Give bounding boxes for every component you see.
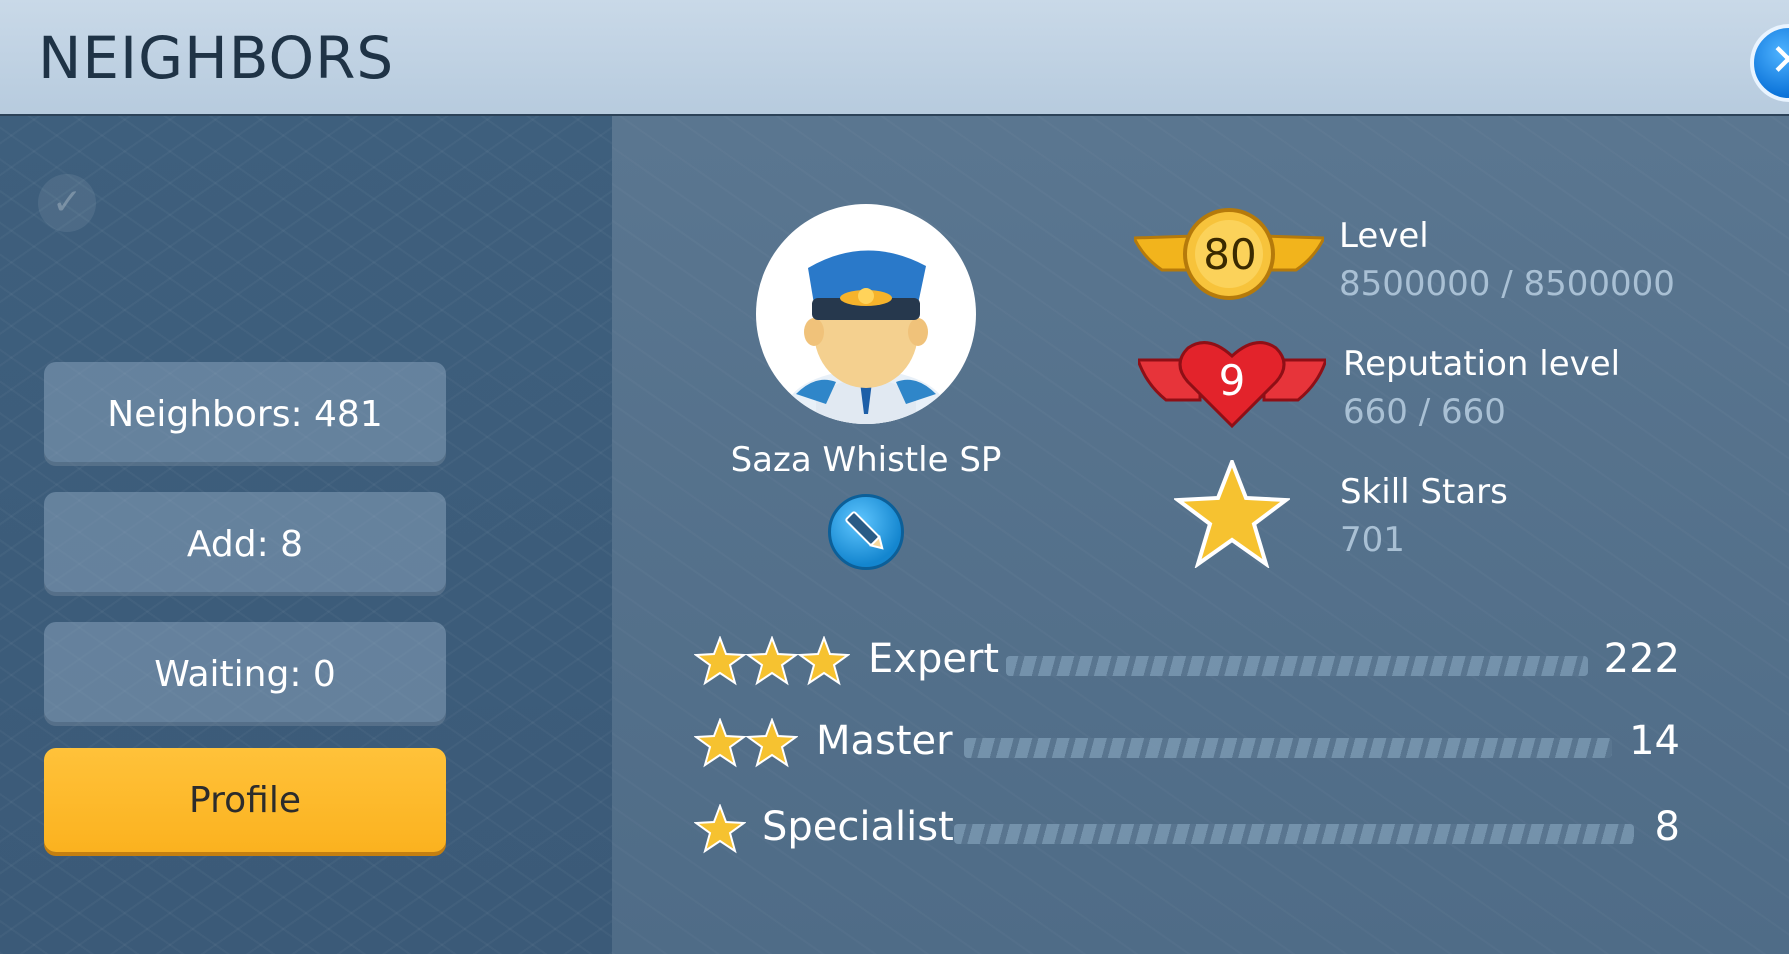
police-officer-avatar-icon <box>786 250 946 424</box>
level-badge-value: 80 <box>1203 230 1257 279</box>
level-label: Level <box>1339 216 1429 256</box>
profile-button[interactable]: Profile <box>44 748 446 852</box>
level-value: 8500000 / 8500000 <box>1339 264 1675 304</box>
master-count: 14 <box>1629 718 1680 764</box>
player-avatar <box>756 204 976 424</box>
dialog-title: NEIGHBORS <box>38 24 395 92</box>
reputation-value: 660 / 660 <box>1343 392 1506 432</box>
master-label: Master <box>816 718 953 764</box>
close-icon: ✕ <box>1770 35 1789 86</box>
close-button[interactable]: ✕ <box>1750 24 1789 102</box>
player-name: Saza Whistle SP <box>730 440 1002 480</box>
pencil-icon <box>845 511 884 550</box>
background-check-icon: ✓ <box>38 174 96 232</box>
expert-count: 222 <box>1603 636 1680 682</box>
waiting-button[interactable]: Waiting: 0 <box>44 622 446 726</box>
expert-stars-icon <box>694 636 850 686</box>
edit-name-button[interactable] <box>828 494 904 570</box>
specialist-star-icon <box>694 804 746 854</box>
master-stars-icon <box>694 718 798 768</box>
skill-star-icon <box>1174 460 1290 568</box>
reputation-badge-value: 9 <box>1218 356 1246 405</box>
neighbors-button[interactable]: Neighbors: 481 <box>44 362 446 466</box>
specialist-progress-bar <box>954 824 1634 844</box>
specialist-count: 8 <box>1654 804 1680 850</box>
reputation-label: Reputation level <box>1343 344 1621 384</box>
specialist-label: Specialist <box>762 804 954 850</box>
add-button[interactable]: Add: 8 <box>44 492 446 596</box>
expert-progress-bar <box>1006 656 1588 676</box>
skill-stars-value: 701 <box>1340 520 1405 560</box>
skill-stars-label: Skill Stars <box>1340 472 1508 512</box>
master-progress-bar <box>964 738 1612 758</box>
expert-label: Expert <box>868 636 1000 682</box>
dialog-header: NEIGHBORS ✕ <box>0 0 1789 116</box>
